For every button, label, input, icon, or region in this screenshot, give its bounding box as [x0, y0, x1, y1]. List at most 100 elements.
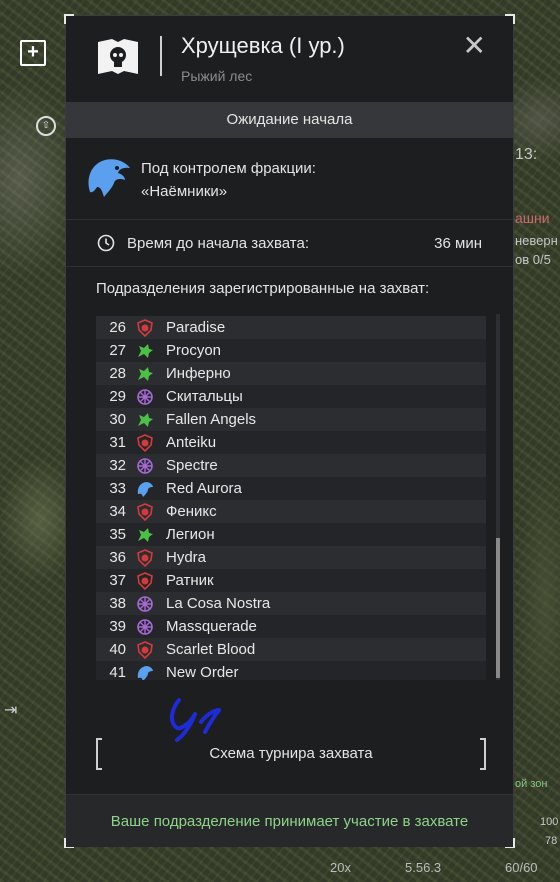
unit-name: Fallen Angels	[166, 411, 257, 428]
list-item[interactable]: 31 Anteiku	[96, 431, 486, 454]
map-zoom-plus-icon[interactable]: +	[20, 40, 46, 66]
list-scrollbar[interactable]	[496, 314, 500, 680]
list-item[interactable]: 39 Massquerade	[96, 615, 486, 638]
unit-number: 31	[109, 434, 126, 451]
list-item[interactable]: 36 Hydra	[96, 546, 486, 569]
unit-name: Anteiku	[166, 434, 217, 451]
unit-number: 37	[109, 572, 126, 589]
unit-name: La Cosa Nostra	[166, 595, 271, 612]
map-side-text: ой зон	[515, 778, 548, 790]
unit-number: 30	[109, 411, 126, 428]
list-item[interactable]: 32 Spectre	[96, 454, 486, 477]
eagle-icon	[88, 159, 130, 197]
unit-name: Феникс	[166, 503, 217, 520]
unit-name: New Order	[166, 664, 239, 680]
map-time-text: 13:	[515, 146, 538, 163]
blue-bird-icon	[136, 664, 154, 680]
unit-number: 27	[109, 342, 126, 359]
red-shield-icon	[136, 433, 154, 452]
tournament-scheme-label: Схема турнира захвата	[209, 745, 373, 762]
unit-name: Procyon	[166, 342, 222, 359]
unit-name: Ратник	[166, 572, 214, 589]
unit-number: 41	[109, 664, 126, 680]
blue-bird-icon	[136, 480, 154, 498]
green-beast-icon	[136, 526, 154, 544]
red-shield-icon	[136, 502, 154, 521]
unit-name: Massquerade	[166, 618, 257, 635]
list-item[interactable]: 40 Scarlet Blood	[96, 638, 486, 661]
list-item[interactable]: 28 Инферно	[96, 362, 486, 385]
compass-icon[interactable]: ⇧	[36, 116, 56, 136]
red-shield-icon	[136, 548, 154, 567]
map-side-text: 78	[545, 835, 558, 847]
unit-number: 38	[109, 595, 126, 612]
faction-name: «Наёмники»	[141, 183, 228, 200]
list-item[interactable]: 41 New Order	[96, 661, 486, 680]
unit-number: 29	[109, 388, 126, 405]
green-beast-icon	[136, 365, 154, 383]
unit-name: Spectre	[166, 457, 218, 474]
red-shield-icon	[136, 318, 154, 337]
unit-number: 35	[109, 526, 126, 543]
map-side-text: ашни	[515, 210, 550, 226]
unit-number: 34	[109, 503, 126, 520]
green-beast-icon	[136, 342, 154, 360]
red-shield-icon	[136, 571, 154, 590]
green-beast-icon	[136, 411, 154, 429]
unit-number: 40	[109, 641, 126, 658]
map-ammo-count: 60/60	[505, 860, 538, 875]
list-item[interactable]: 29 Скитальцы	[96, 385, 486, 408]
map-zoom-level: 20x	[330, 860, 351, 875]
list-item[interactable]: 34 Феникс	[96, 500, 486, 523]
unit-number: 33	[109, 480, 126, 497]
page-title: Хрущевка (I ур.)	[181, 33, 345, 58]
unit-number: 28	[109, 365, 126, 382]
scrollbar-thumb[interactable]	[496, 538, 500, 678]
close-button[interactable]: ✕	[463, 32, 486, 60]
unit-name: Scarlet Blood	[166, 641, 256, 658]
handwritten-scribble	[170, 698, 221, 742]
list-item[interactable]: 26 Paradise	[96, 316, 486, 339]
capture-panel: Хрущевка (I ур.) Рыжий лес ✕ Ожидание на…	[64, 14, 515, 848]
unit-number: 26	[109, 319, 126, 336]
purple-star-icon	[136, 457, 154, 475]
list-item[interactable]: 38 La Cosa Nostra	[96, 592, 486, 615]
header-separator	[160, 36, 162, 76]
purple-star-icon	[136, 595, 154, 613]
purple-star-icon	[136, 618, 154, 636]
status-bar: Ожидание начала	[66, 102, 513, 138]
location-subtitle: Рыжий лес	[181, 68, 253, 84]
map-arrow-icon[interactable]: ⇥	[4, 700, 17, 720]
faction-section: Под контролем фракции: «Наёмники»	[66, 138, 513, 220]
list-item[interactable]: 33 Red Aurora	[96, 477, 486, 500]
unit-name: Легион	[166, 526, 215, 543]
timer-row: Время до начала захвата: 36 мин	[66, 221, 513, 267]
map-emblem-icon	[98, 39, 138, 74]
unit-number: 39	[109, 618, 126, 635]
panel-header: Хрущевка (I ур.) Рыжий лес ✕	[66, 16, 513, 90]
timer-value: 36 мин	[434, 235, 482, 252]
purple-star-icon	[136, 388, 154, 406]
red-shield-icon	[136, 640, 154, 659]
list-item[interactable]: 30 Fallen Angels	[96, 408, 486, 431]
timer-label: Время до начала захвата:	[127, 235, 310, 252]
map-side-text: неверн	[515, 233, 558, 248]
tournament-scheme-button[interactable]: Схема турнира захвата	[96, 738, 486, 770]
list-item[interactable]: 37 Ратник	[96, 569, 486, 592]
unit-name: Paradise	[166, 319, 226, 336]
participation-status: Ваше подразделение принимает участие в з…	[66, 794, 513, 847]
unit-name: Скитальцы	[166, 388, 243, 405]
unit-number: 32	[109, 457, 126, 474]
unit-name: Red Aurora	[166, 480, 242, 497]
registered-units-list[interactable]: 26 Paradise 27 Procyon 28 Инферно 29 Скитальцы 3…	[96, 314, 486, 680]
faction-label: Под контролем фракции:	[141, 160, 316, 177]
list-title: Подразделения зарегистрированные на захв…	[96, 280, 430, 297]
list-item[interactable]: 35 Легион	[96, 523, 486, 546]
map-ammo-caliber: 5.56.3	[405, 860, 442, 875]
list-item[interactable]: 27 Procyon	[96, 339, 486, 362]
faction-text: Под контролем фракции: «Наёмники»	[141, 157, 316, 203]
unit-number: 36	[109, 549, 126, 566]
unit-name: Инферно	[166, 365, 231, 382]
unit-name: Hydra	[166, 549, 207, 566]
map-side-text: 100	[540, 816, 559, 828]
